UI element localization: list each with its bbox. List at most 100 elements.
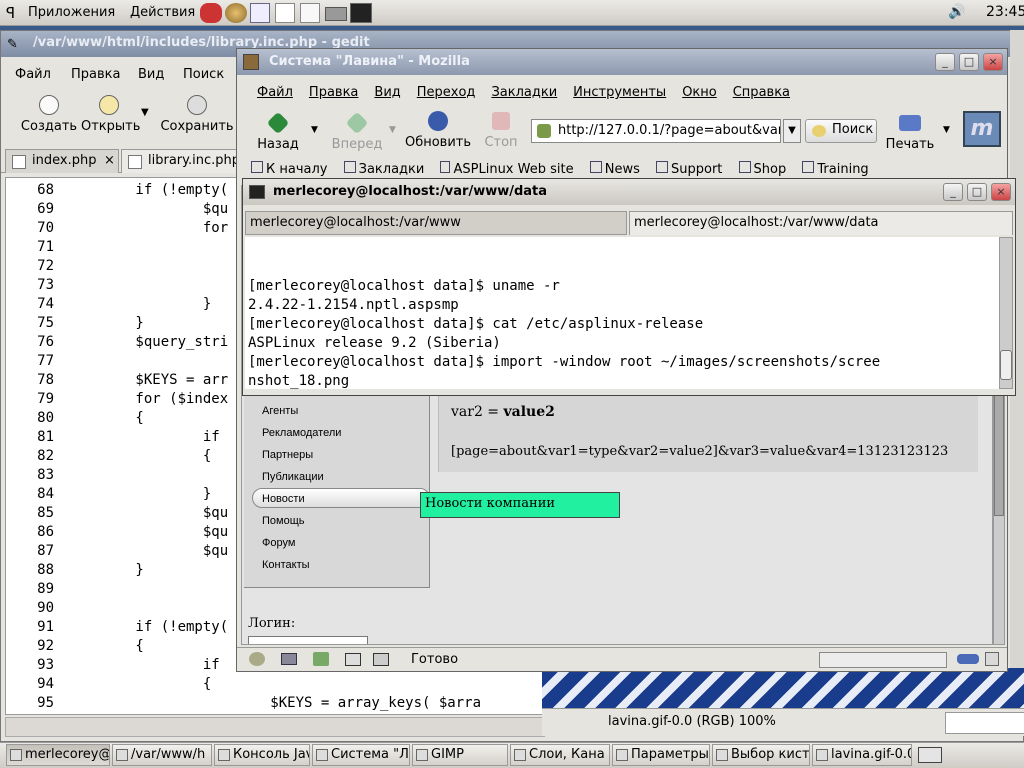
terminal-scroll-thumb[interactable] — [1000, 350, 1012, 380]
gimp-canvas[interactable] — [542, 668, 1024, 708]
close-button[interactable]: × — [983, 53, 1003, 71]
taskbar-button[interactable]: Параметры — [612, 744, 710, 766]
mozilla-app-icon — [243, 54, 259, 70]
drive-icon[interactable] — [325, 7, 347, 21]
browser-icon[interactable] — [225, 3, 247, 23]
terminal-icon[interactable] — [350, 3, 372, 23]
moz-menu-tools[interactable]: Инструменты — [565, 81, 674, 105]
doc-icon[interactable] — [300, 3, 320, 23]
nav-partners[interactable]: Партнеры — [262, 449, 313, 461]
back-dropdown-icon[interactable]: ▼ — [311, 125, 318, 135]
terminal-titlebar[interactable]: merlecorey@localhost:/var/www/data _ □ × — [243, 179, 1015, 205]
terminal-scrollbar[interactable] — [999, 237, 1013, 389]
nav-agents[interactable]: Агенты — [262, 405, 298, 417]
gedit-menu-edit[interactable]: Правка — [63, 63, 128, 87]
search-label: Поиск — [832, 122, 874, 137]
bookmark-support[interactable]: Support — [650, 161, 728, 177]
search-button[interactable]: Поиск — [805, 119, 877, 143]
maximize-button[interactable]: □ — [967, 183, 987, 201]
moz-menu-view[interactable]: Вид — [366, 81, 408, 105]
moz-menu-bookmarks[interactable]: Закладки — [483, 81, 565, 105]
tab-library-inc-php[interactable]: library.inc.php — [121, 149, 241, 173]
nav-publications[interactable]: Публикации — [262, 471, 324, 483]
moz-menu-go[interactable]: Переход — [409, 81, 484, 105]
gedit-menu-view[interactable]: Вид — [130, 63, 172, 87]
taskbar-button[interactable]: lavina.gif-0.0 — [812, 744, 912, 766]
online-icon[interactable] — [957, 654, 979, 664]
nav-forum[interactable]: Форум — [262, 537, 295, 549]
mozilla-titlebar[interactable]: Система "Лавина" - Mozilla _ □ × — [237, 49, 1007, 75]
create-button[interactable]: Создать — [19, 95, 79, 134]
taskbar-button[interactable]: merlecorey@ — [6, 744, 110, 766]
bookmark-home[interactable]: К началу — [245, 161, 333, 177]
gedit-menu-file[interactable]: Файл — [7, 63, 59, 87]
reload-button[interactable]: Обновить — [403, 107, 473, 150]
minimize-button[interactable]: _ — [935, 53, 955, 71]
open-button[interactable]: Открыть — [81, 95, 140, 134]
bookmark-training[interactable]: Training — [796, 161, 874, 177]
mail-icon[interactable] — [281, 653, 297, 665]
open-dropdown-arrow-icon[interactable]: ▼ — [141, 107, 149, 118]
gedit-menu-search[interactable]: Поиск — [175, 63, 232, 87]
create-label: Создать — [20, 119, 78, 134]
login-input[interactable] — [248, 636, 368, 644]
terminal-tab-www[interactable]: merlecorey@localhost:/var/www — [245, 211, 627, 235]
gimp-status-field[interactable] — [945, 712, 1024, 734]
paint-icon[interactable] — [275, 3, 295, 23]
addressbook-icon[interactable] — [345, 653, 361, 666]
tab-index-php[interactable]: index.php × — [5, 149, 119, 173]
nav-news[interactable]: Новости — [262, 493, 305, 505]
forward-dropdown-icon[interactable]: ▼ — [389, 125, 396, 135]
nav-help[interactable]: Помощь — [262, 515, 305, 527]
web-scroll-thumb[interactable] — [994, 386, 1004, 516]
bookmark-bookmarks[interactable]: Закладки — [338, 161, 431, 177]
workspace-switcher-icon[interactable] — [918, 747, 942, 763]
taskbar-label: Система "Л — [331, 747, 409, 762]
code-text: if (!empty( — [68, 619, 229, 635]
moz-menu-window[interactable]: Окно — [674, 81, 725, 105]
bookmark-news[interactable]: News — [584, 161, 646, 177]
nav-advertisers[interactable]: Рекламодатели — [262, 427, 341, 439]
mozilla-icon[interactable] — [200, 3, 222, 23]
close-button[interactable]: × — [991, 183, 1011, 201]
close-tab-icon[interactable]: × — [104, 153, 115, 168]
code-line: 95 $KEYS = array_keys( $arra — [6, 695, 542, 714]
gedit-scrollbar[interactable] — [5, 717, 545, 737]
navigator-icon[interactable] — [249, 652, 265, 666]
url-bar[interactable]: http://127.0.0.1/?page=about&var — [531, 119, 781, 143]
bookmark-asplinux[interactable]: ASPLinux Web site — [434, 161, 579, 177]
taskbar-button[interactable]: Система "Л — [312, 744, 410, 766]
bookmark-news-label: News — [604, 162, 640, 177]
moz-menu-help[interactable]: Справка — [725, 81, 798, 105]
save-button[interactable]: Сохранить — [157, 95, 237, 134]
taskbar-button[interactable]: Консоль Jav — [214, 744, 310, 766]
stop-button[interactable]: Стоп — [479, 107, 523, 150]
window-icon — [816, 749, 828, 761]
volume-icon[interactable]: 🔊 — [948, 4, 965, 20]
mozilla-throbber[interactable]: m — [963, 111, 1001, 147]
applications-menu[interactable]: Приложения — [20, 1, 123, 25]
irc-icon[interactable] — [373, 653, 389, 666]
url-dropdown-button[interactable]: ▼ — [783, 119, 801, 143]
moz-menu-file[interactable]: Файл — [249, 81, 301, 105]
terminal-output[interactable]: [merlecorey@localhost data]$ uname -r 2.4… — [245, 237, 999, 389]
moz-menu-edit[interactable]: Правка — [301, 81, 366, 105]
notes-icon[interactable] — [250, 3, 270, 23]
composer-icon[interactable] — [313, 652, 329, 666]
taskbar-button[interactable]: Слои, Кана — [510, 744, 610, 766]
terminal-tab-data[interactable]: merlecorey@localhost:/var/www/data — [629, 211, 1013, 235]
back-button[interactable]: Назад — [253, 107, 303, 152]
taskbar-button[interactable]: GIMP — [412, 744, 508, 766]
minimize-button[interactable]: _ — [943, 183, 963, 201]
code-text: { — [68, 448, 212, 464]
print-button[interactable]: Печать — [883, 107, 937, 152]
bookmark-shop[interactable]: Shop — [733, 161, 793, 177]
nav-contacts[interactable]: Контакты — [262, 559, 310, 571]
taskbar-button[interactable]: /var/www/h — [112, 744, 212, 766]
actions-menu[interactable]: Действия — [122, 1, 203, 25]
maximize-button[interactable]: □ — [959, 53, 979, 71]
clock[interactable]: 23:45 — [986, 4, 1024, 20]
print-dropdown-icon[interactable]: ▼ — [943, 125, 950, 135]
taskbar-button[interactable]: Выбор кисті — [712, 744, 810, 766]
forward-button[interactable]: Вперед — [327, 107, 387, 152]
